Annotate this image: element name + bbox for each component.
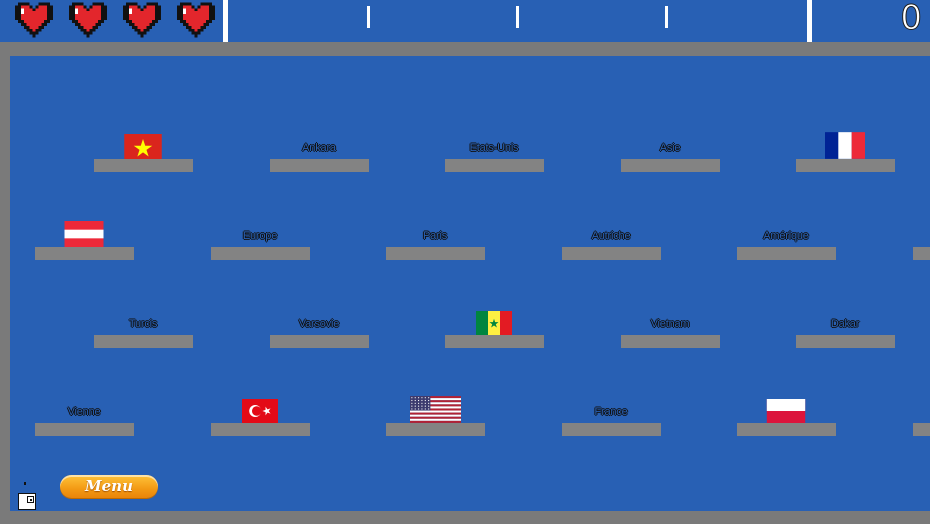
flag-usa-icon (410, 396, 461, 428)
flag-turkey-icon (240, 399, 280, 428)
platform (913, 247, 930, 260)
heart-icon (123, 2, 161, 38)
hud-bar: 0 (0, 0, 930, 42)
progress-bar-end (807, 0, 812, 42)
platform (737, 247, 836, 260)
platform (562, 247, 661, 260)
platform (445, 159, 544, 172)
platform (35, 423, 134, 436)
progress-bar-start (223, 0, 228, 42)
platform-label: Paris (422, 230, 448, 242)
menu-button[interactable]: Menu (60, 475, 158, 498)
platform (270, 159, 369, 172)
platform (796, 335, 895, 348)
flag-poland-icon (765, 399, 807, 428)
player-character (18, 482, 36, 510)
flag-france-icon (825, 132, 865, 164)
platform-label: Ankara (302, 142, 336, 154)
platform (621, 335, 720, 348)
platform-label: Autriche (591, 230, 631, 242)
platform (562, 423, 661, 436)
platform-label: Etats-Unis (469, 142, 519, 154)
heart-icon (69, 2, 107, 38)
flag-senegal-icon (474, 311, 514, 340)
platform-label: Europe (242, 230, 278, 242)
platform (913, 423, 930, 436)
progress-tick (516, 6, 519, 28)
platform-label: Asie (659, 142, 681, 154)
heart-icon (15, 2, 53, 38)
platform-label: Turcis (128, 318, 158, 330)
score-counter: 0 (900, 0, 923, 39)
heart-icon (177, 2, 215, 38)
progress-tick (367, 6, 370, 28)
floor (0, 511, 930, 524)
left-wall (0, 42, 10, 524)
platform-label: Amérique (763, 230, 809, 242)
platform (270, 335, 369, 348)
flag-austria-icon (64, 221, 104, 252)
platform-label: Dakar (830, 318, 860, 330)
platform-label: Vietnam (650, 318, 690, 330)
platform (386, 247, 485, 260)
progress-tick (665, 6, 668, 28)
platform-label: Varsovie (298, 318, 340, 330)
platform (94, 335, 193, 348)
platform-label: Vienne (67, 406, 101, 418)
platform-label: France (594, 406, 628, 418)
platform (621, 159, 720, 172)
platform (211, 247, 310, 260)
top-wall (0, 42, 930, 56)
flag-vietnam-icon (123, 134, 163, 164)
